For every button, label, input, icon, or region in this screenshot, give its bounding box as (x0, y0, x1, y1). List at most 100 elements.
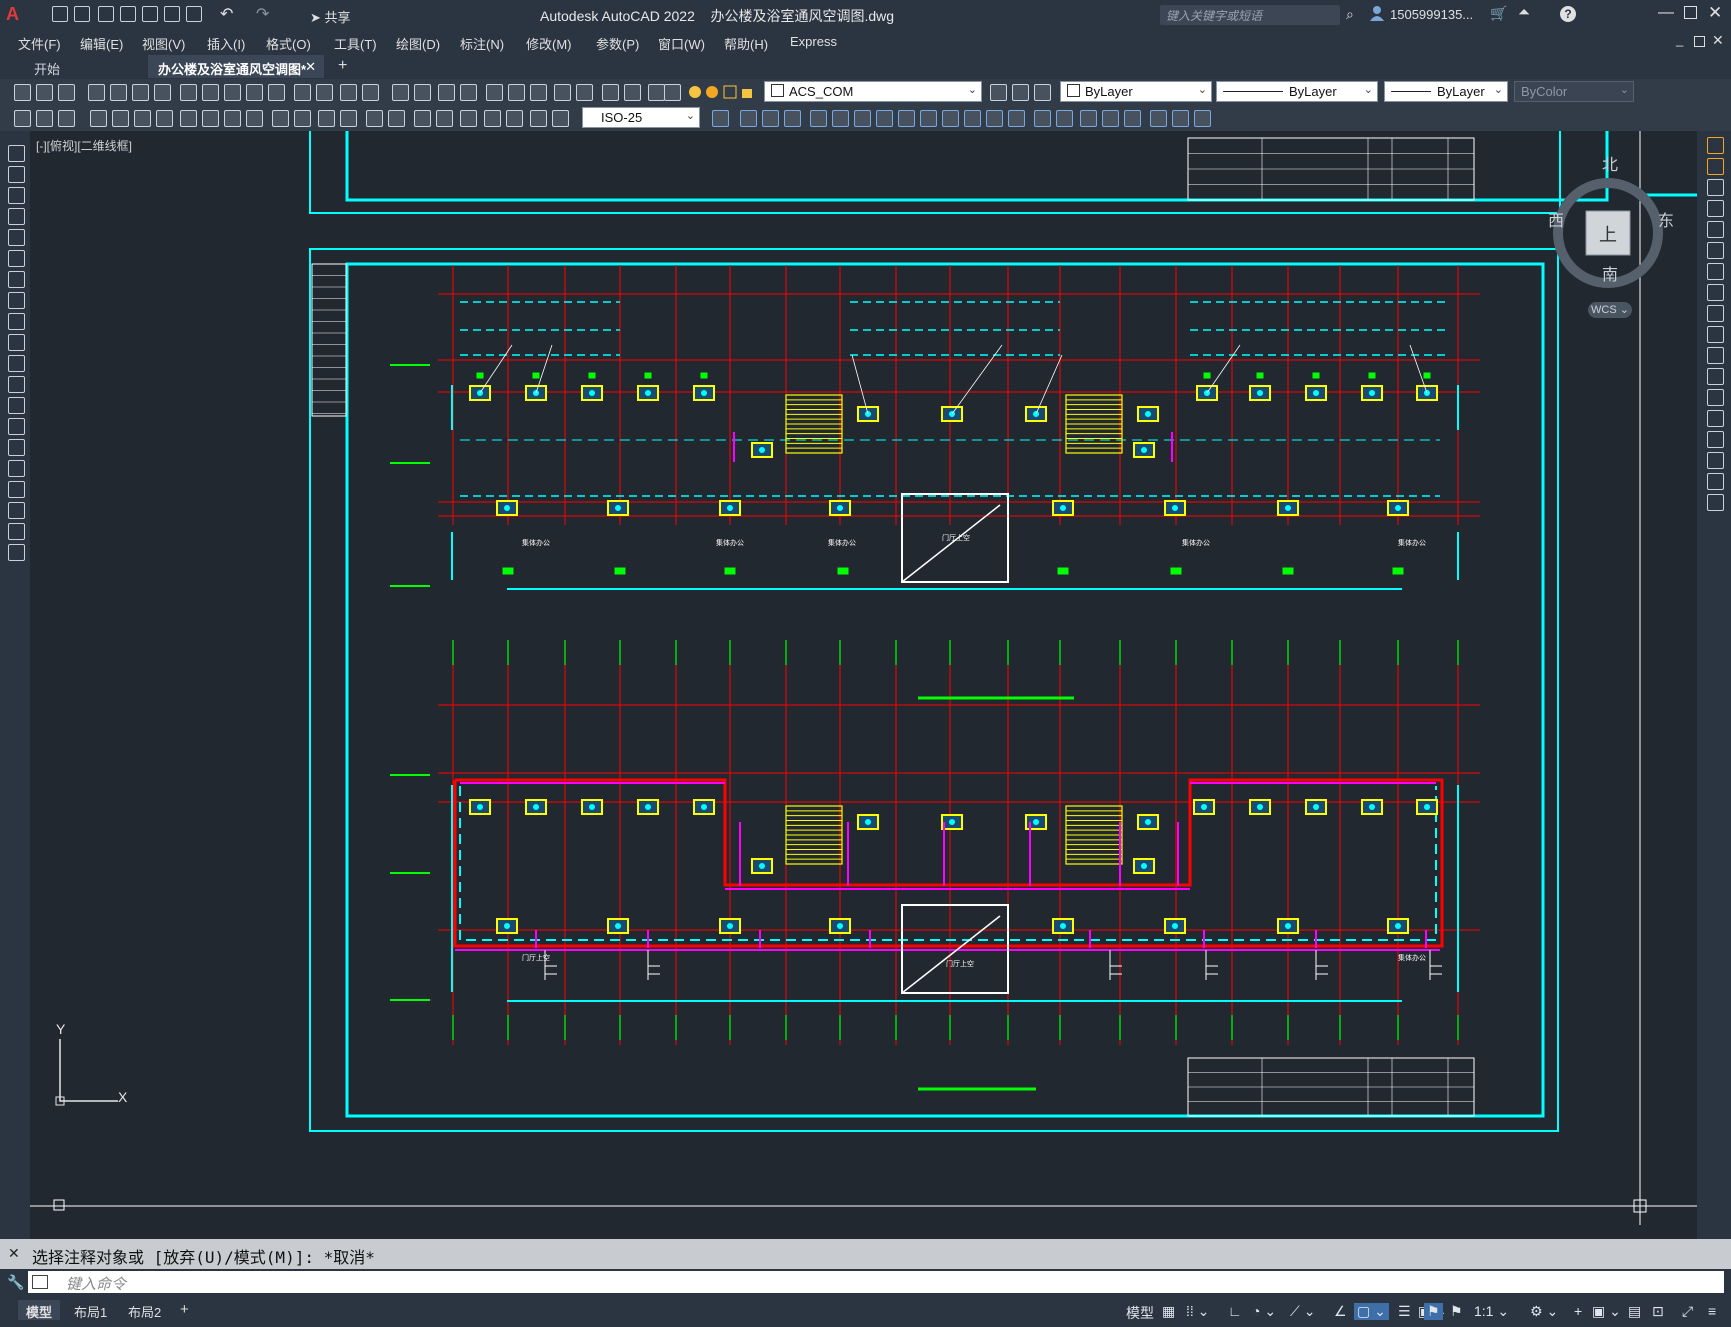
std-tool-11-icon[interactable] (246, 84, 263, 101)
std-tool-29-icon[interactable] (664, 84, 681, 101)
std-tool-21-icon[interactable] (486, 84, 503, 101)
std-tool-15-icon[interactable] (340, 84, 357, 101)
std-tool-16-icon[interactable] (362, 84, 379, 101)
viewcube-east[interactable]: 东 (1658, 207, 1674, 231)
wcs-button[interactable]: WCS ⌄ (1588, 302, 1632, 318)
save-web-icon[interactable] (164, 6, 180, 22)
isolate-icon[interactable]: ▤ (1628, 1303, 1641, 1320)
viewcube-south[interactable]: 南 (1602, 261, 1618, 285)
modify-tool-13-icon[interactable] (1707, 389, 1724, 406)
draw-tool-13-icon[interactable] (8, 397, 25, 414)
draw-tool-16-icon[interactable] (8, 460, 25, 477)
menu-format[interactable]: 格式(O) (266, 34, 311, 53)
dim-tool-18-icon[interactable] (414, 110, 431, 127)
draw-tool-7-icon[interactable] (8, 271, 25, 288)
dim-tool-10-icon[interactable] (224, 110, 241, 127)
auto-scale-icon[interactable]: ⚑ (1450, 1303, 1463, 1320)
draw-tool-15-icon[interactable] (8, 439, 25, 456)
std-tool-9-icon[interactable] (202, 84, 219, 101)
draw-tool-19-icon[interactable] (8, 523, 25, 540)
plot-icon[interactable] (186, 6, 202, 22)
std-tool-28-icon[interactable] (648, 84, 665, 101)
command-input[interactable]: 键入命令 (28, 1271, 1724, 1293)
isodraft-icon[interactable]: ⟋ ⌄ (1290, 1303, 1315, 1320)
draw-tool-5-icon[interactable] (8, 229, 25, 246)
mod-tool-16-icon[interactable] (1056, 110, 1073, 127)
redo-icon[interactable]: ↷ (256, 4, 269, 24)
lineweight-icon[interactable]: ☰ (1398, 1303, 1411, 1320)
mod-tool-9-icon[interactable] (898, 110, 915, 127)
clean-screen-icon[interactable]: ⤢ (1682, 1303, 1693, 1320)
dim-tool-11-icon[interactable] (246, 110, 263, 127)
lineweight-combo[interactable]: ByLayer ⌄ (1384, 81, 1508, 102)
mod-tool-15-icon[interactable] (1034, 110, 1051, 127)
menu-modify[interactable]: 修改(M) (526, 34, 572, 53)
command-prompt-icon[interactable] (32, 1275, 48, 1289)
close-icon[interactable]: ✕ (1708, 3, 1722, 23)
std-tool-23-icon[interactable] (530, 84, 547, 101)
draw-tool-17-icon[interactable] (8, 481, 25, 498)
maximize-icon[interactable] (1684, 6, 1697, 19)
model-space-button[interactable]: 模型 (1126, 1303, 1154, 1323)
dim-tool-9-icon[interactable] (202, 110, 219, 127)
polar-icon[interactable]: ◔ ⌄ (1252, 1303, 1276, 1320)
plotstyle-combo[interactable]: ByColor ⌄ (1514, 81, 1634, 102)
menu-express[interactable]: Express (790, 34, 837, 49)
dimstyle-combo[interactable]: ISO-25 ⌄ (582, 107, 700, 128)
std-tool-14-icon[interactable] (316, 84, 333, 101)
menu-file[interactable]: 文件(F) (18, 34, 61, 53)
dim-tool-17-icon[interactable] (388, 110, 405, 127)
viewcube-north[interactable]: 北 (1602, 151, 1618, 175)
dim-tool-23-icon[interactable] (530, 110, 547, 127)
layer-tool-2-icon[interactable] (1012, 84, 1029, 101)
draw-tool-14-icon[interactable] (8, 418, 25, 435)
minimize-icon[interactable]: — (1658, 4, 1674, 22)
dim-tool-13-icon[interactable] (294, 110, 311, 127)
modify-tool-7-icon[interactable] (1707, 263, 1724, 280)
menu-dimension[interactable]: 标注(N) (460, 34, 504, 53)
tab-close-icon[interactable]: ✕ (305, 59, 316, 75)
menu-tools[interactable]: 工具(T) (334, 34, 377, 53)
tab-drawing[interactable]: 办公楼及浴室通风空调图* ✕ (148, 55, 324, 78)
menu-edit[interactable]: 编辑(E) (80, 34, 123, 53)
tab-layout2[interactable]: 布局2 (120, 1300, 169, 1320)
std-tool-22-icon[interactable] (508, 84, 525, 101)
new-file-icon[interactable] (52, 6, 68, 22)
dim-tool-15-icon[interactable] (340, 110, 357, 127)
doc-restore-icon[interactable] (1694, 36, 1705, 47)
mod-tool-11-icon[interactable] (942, 110, 959, 127)
customize-menu-icon[interactable]: ≡ (1708, 1303, 1716, 1319)
std-tool-20-icon[interactable] (460, 84, 477, 101)
draw-tool-20-icon[interactable] (8, 544, 25, 561)
mod-tool-5-icon[interactable] (810, 110, 827, 127)
std-tool-26-icon[interactable] (602, 84, 619, 101)
dim-tool-5-icon[interactable] (112, 110, 129, 127)
cart-icon[interactable]: 🛒 (1490, 5, 1507, 22)
modify-tool-3-icon[interactable] (1707, 179, 1724, 196)
std-tool-4-icon[interactable] (88, 84, 105, 101)
modify-tool-8-icon[interactable] (1707, 284, 1724, 301)
modify-tool-1-icon[interactable] (1707, 137, 1724, 154)
dim-tool-3-icon[interactable] (58, 110, 75, 127)
share-button[interactable]: ➤ 共享 (310, 7, 351, 26)
draw-tool-18-icon[interactable] (8, 502, 25, 519)
add-icon[interactable]: + (1574, 1303, 1582, 1319)
std-tool-5-icon[interactable] (110, 84, 127, 101)
std-tool-25-icon[interactable] (576, 84, 593, 101)
mod-tool-13-icon[interactable] (986, 110, 1003, 127)
std-tool-27-icon[interactable] (624, 84, 641, 101)
open-web-icon[interactable] (142, 6, 158, 22)
annotation-scale[interactable]: 1:1 ⌄ (1474, 1303, 1509, 1320)
viewcube-west[interactable]: 西 (1548, 207, 1564, 231)
std-tool-6-icon[interactable] (132, 84, 149, 101)
search-input[interactable]: 键入关键字或短语 (1160, 5, 1340, 25)
std-tool-7-icon[interactable] (154, 84, 171, 101)
menu-draw[interactable]: 绘图(D) (396, 34, 440, 53)
std-tool-13-icon[interactable] (294, 84, 311, 101)
dim-tool-14-icon[interactable] (318, 110, 335, 127)
draw-tool-6-icon[interactable] (8, 250, 25, 267)
mod-tool-12-icon[interactable] (964, 110, 981, 127)
mod-tool-18-icon[interactable] (1102, 110, 1119, 127)
annotation-visibility-icon[interactable]: ⚑ (1424, 1303, 1443, 1320)
tab-layout1[interactable]: 布局1 (66, 1300, 115, 1320)
